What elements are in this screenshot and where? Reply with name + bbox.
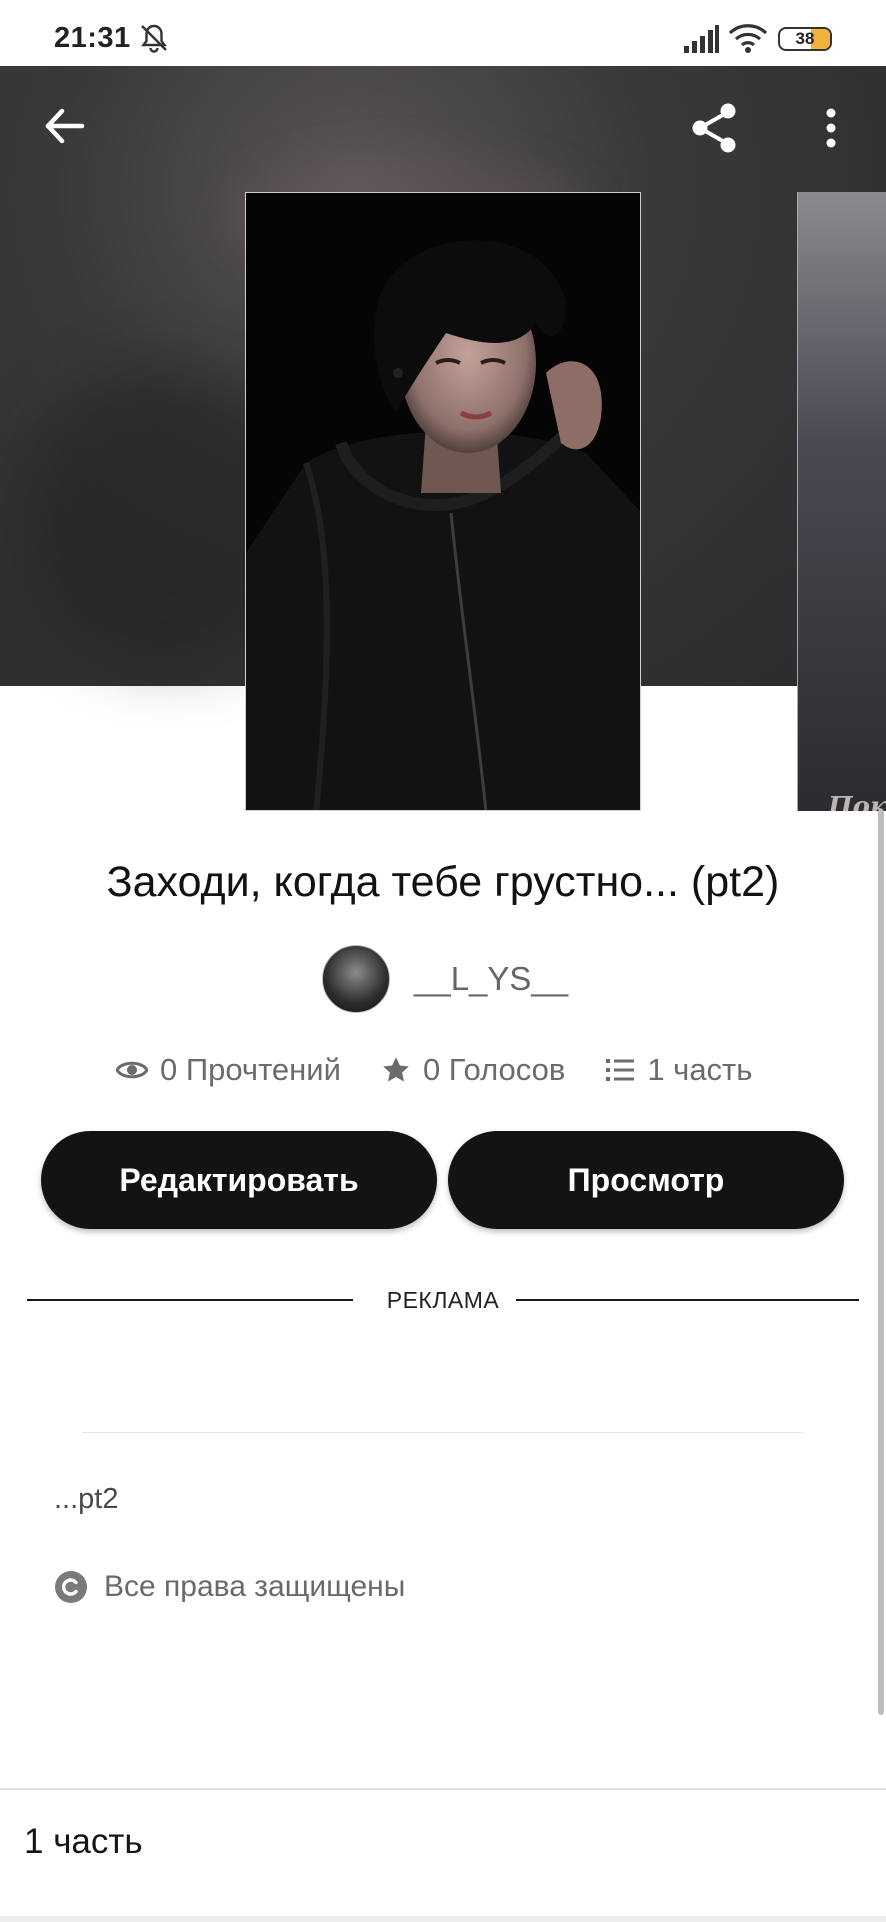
copyright-row: Все права защищены bbox=[54, 1570, 405, 1604]
scrollbar[interactable] bbox=[878, 810, 884, 1715]
bottom-edge bbox=[0, 1916, 886, 1922]
ad-divider-right bbox=[516, 1299, 859, 1301]
arrow-left-icon bbox=[45, 108, 85, 144]
bottom-parts-label[interactable]: 1 часть bbox=[24, 1822, 143, 1862]
author-avatar[interactable] bbox=[322, 945, 390, 1013]
signal-icon bbox=[684, 25, 719, 53]
back-button[interactable] bbox=[38, 100, 90, 152]
share-icon bbox=[692, 103, 736, 153]
author-name[interactable]: __L_YS__ bbox=[414, 960, 568, 998]
bottom-parts-bar[interactable]: 1 часть bbox=[0, 1788, 886, 1922]
reads-stat: 0 Прочтений bbox=[116, 1052, 341, 1088]
status-bar: 21:31 38 bbox=[0, 0, 886, 66]
copyright-icon bbox=[55, 1571, 87, 1603]
eye-icon bbox=[116, 1061, 148, 1079]
parts-stat: 1 часть bbox=[605, 1052, 752, 1088]
story-stats: 0 Прочтений 0 Голосов 1 часть bbox=[116, 1052, 752, 1088]
votes-count: 0 Голосов bbox=[422, 1052, 566, 1087]
story-title: Заходи, когда тебе грустно... (pt2) bbox=[106, 858, 780, 906]
list-icon bbox=[606, 1059, 635, 1081]
cover-image bbox=[246, 193, 640, 810]
share-button[interactable] bbox=[684, 98, 744, 158]
battery-icon: 38 bbox=[778, 27, 832, 51]
edit-button[interactable]: Редактировать bbox=[41, 1131, 437, 1229]
copyright-text: Все права защищены bbox=[104, 1570, 406, 1603]
wifi-icon bbox=[728, 24, 768, 53]
next-cover-text: Пок bbox=[828, 792, 886, 811]
view-button[interactable]: Просмотр bbox=[448, 1131, 844, 1229]
more-vertical-icon bbox=[826, 108, 836, 148]
next-story-cover[interactable]: Пок bbox=[797, 192, 886, 811]
status-time: 21:31 bbox=[54, 22, 131, 54]
story-description: ...pt2 bbox=[54, 1483, 119, 1515]
bell-off-icon bbox=[141, 24, 167, 53]
content-divider bbox=[82, 1432, 804, 1433]
parts-count: 1 часть bbox=[647, 1052, 753, 1087]
more-options-button[interactable] bbox=[816, 100, 846, 156]
votes-stat: 0 Голосов bbox=[381, 1052, 565, 1088]
story-cover[interactable] bbox=[245, 192, 641, 811]
author-row[interactable]: __L_YS__ bbox=[322, 944, 568, 1014]
reads-count: 0 Прочтений bbox=[160, 1052, 341, 1087]
star-icon bbox=[383, 1057, 409, 1082]
battery-level: 38 bbox=[795, 29, 815, 48]
